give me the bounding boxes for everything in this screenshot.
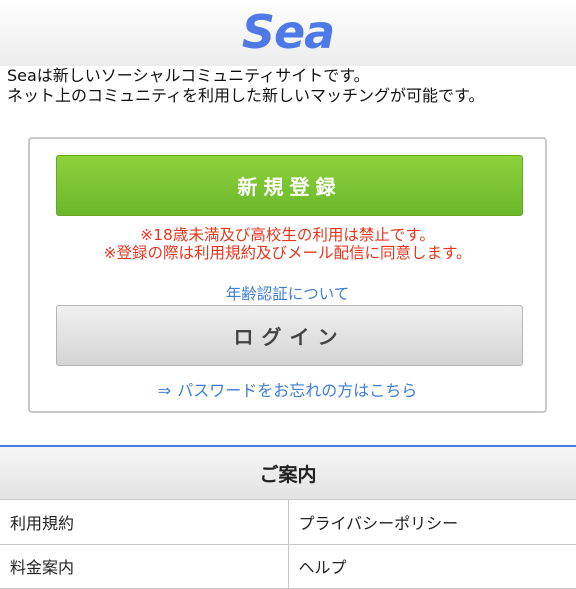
guide-row: 料金案内 ヘルプ <box>0 543 576 589</box>
guide-row: 利用規約 プライバシーポリシー <box>0 500 576 545</box>
help-link[interactable]: ヘルプ <box>287 543 576 589</box>
arrow-right-icon: ⇒ <box>157 381 172 400</box>
privacy-policy-link[interactable]: プライバシーポリシー <box>287 500 576 545</box>
age-restriction-notice: ※18歳未満及び高校生の利用は禁止です。 <box>140 226 435 244</box>
guide-menu: 利用規約 プライバシーポリシー 料金案内 ヘルプ <box>0 500 576 589</box>
site-logo[interactable]: Sea <box>242 9 335 55</box>
intro-line-2: ネット上のコミュニティを利用した新しいマッチングが可能です。 <box>7 86 485 105</box>
age-verification-link[interactable]: 年齢認証について <box>30 285 545 303</box>
forgot-password-label: パスワードをお忘れの方はこちら <box>177 381 418 400</box>
forgot-password-link[interactable]: ⇒ パスワードをお忘れの方はこちら <box>30 382 545 400</box>
login-button[interactable]: ログイン <box>56 305 523 366</box>
site-intro: Seaは新しいソーシャルコミュニティサイトです。 ネット上のコミュニティを利用し… <box>7 66 572 106</box>
intro-line-1: Seaは新しいソーシャルコミュニティサイトです。 <box>7 66 370 85</box>
auth-panel: 新規登録 ※18歳未満及び高校生の利用は禁止です。 ※登録の際は利用規約及びメー… <box>28 137 547 413</box>
register-button[interactable]: 新規登録 <box>56 155 523 216</box>
site-header: Sea <box>0 0 576 66</box>
terms-of-use-link[interactable]: 利用規約 <box>0 500 289 545</box>
pricing-link[interactable]: 料金案内 <box>0 543 289 589</box>
terms-consent-notice: ※登録の際は利用規約及びメール配信に同意します。 <box>103 244 472 262</box>
guide-title: ご案内 <box>0 447 576 500</box>
